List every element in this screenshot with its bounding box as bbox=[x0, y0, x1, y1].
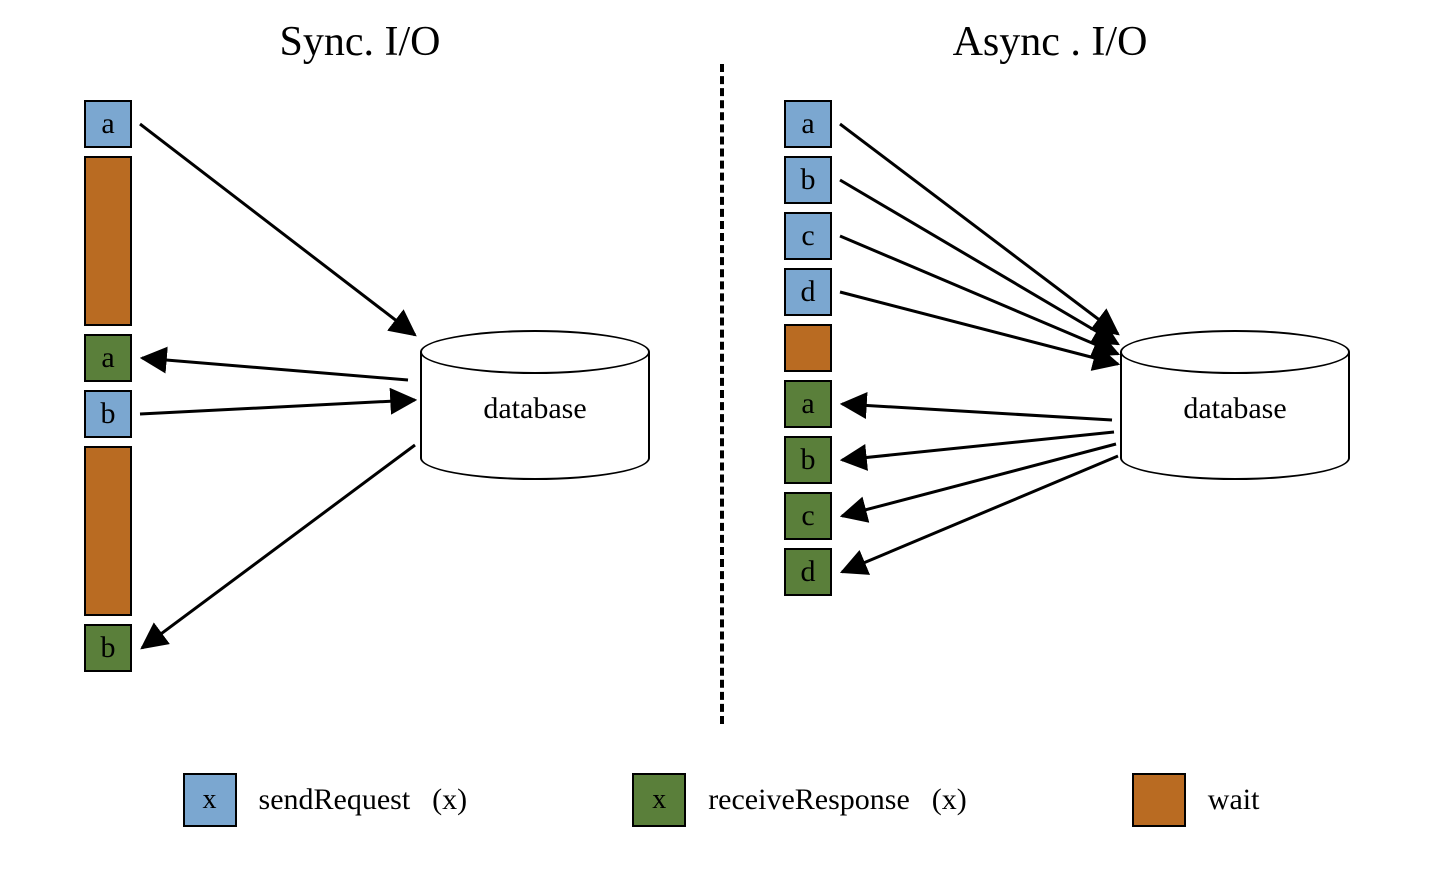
sync-step-recv-a: a bbox=[84, 334, 132, 382]
legend-wait-label: wait bbox=[1208, 783, 1260, 817]
sync-database-label: database bbox=[420, 392, 650, 426]
sync-step-send-a: a bbox=[84, 100, 132, 148]
legend-recv-label: receiveResponse bbox=[708, 783, 910, 817]
async-step-wait bbox=[784, 324, 832, 372]
async-step-recv-d: d bbox=[784, 548, 832, 596]
async-step-send-a: a bbox=[784, 100, 832, 148]
legend-send-label: sendRequest bbox=[259, 783, 411, 817]
legend-send: x sendRequest (x) bbox=[183, 773, 468, 827]
legend-wait: wait bbox=[1132, 773, 1260, 827]
sync-step-wait-2 bbox=[84, 446, 132, 616]
async-database-label: database bbox=[1120, 392, 1350, 426]
legend-send-swatch: x bbox=[183, 773, 237, 827]
vertical-divider bbox=[720, 64, 724, 724]
sync-step-wait-1 bbox=[84, 156, 132, 326]
async-step-send-d: d bbox=[784, 268, 832, 316]
legend-wait-swatch bbox=[1132, 773, 1186, 827]
legend-recv-swatch: x bbox=[632, 773, 686, 827]
sync-step-send-b: b bbox=[84, 390, 132, 438]
sync-step-recv-b: b bbox=[84, 624, 132, 672]
async-database-icon: database bbox=[1120, 330, 1350, 480]
async-panel: a b c d a b c d database bbox=[780, 100, 1400, 710]
async-step-recv-b: b bbox=[784, 436, 832, 484]
async-step-recv-c: c bbox=[784, 492, 832, 540]
sync-database-icon: database bbox=[420, 330, 650, 480]
legend-recv: x receiveResponse (x) bbox=[632, 773, 967, 827]
async-step-send-c: c bbox=[784, 212, 832, 260]
legend-recv-suffix: (x) bbox=[932, 783, 967, 817]
sync-panel: a a b b database bbox=[80, 100, 700, 710]
async-title: Async . I/O bbox=[870, 18, 1230, 66]
sync-title: Sync. I/O bbox=[180, 18, 540, 66]
async-step-send-b: b bbox=[784, 156, 832, 204]
async-step-recv-a: a bbox=[784, 380, 832, 428]
legend: x sendRequest (x) x receiveResponse (x) … bbox=[100, 770, 1342, 830]
legend-send-suffix: (x) bbox=[432, 783, 467, 817]
